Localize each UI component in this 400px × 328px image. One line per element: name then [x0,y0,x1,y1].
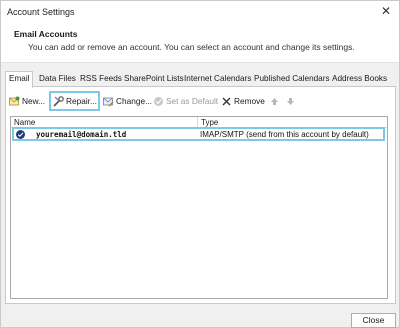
window-title: Account Settings [7,7,75,17]
repair-button[interactable]: Repair... [53,93,97,109]
tab-sharepoint-lists[interactable]: SharePoint Lists [124,72,184,87]
set-as-default-button[interactable]: Set as Default [153,93,218,109]
remove-button[interactable]: Remove [221,93,265,109]
new-button[interactable]: New... [9,93,45,109]
column-header-type[interactable]: Type [201,118,218,127]
account-settings-window: Account Settings ✕ Email Accounts You ca… [0,0,400,328]
remove-x-icon [221,96,232,107]
account-row[interactable]: youremail@domain.tld IMAP/SMTP (send fro… [12,127,385,141]
default-account-check-icon [16,130,25,139]
tab-address-books[interactable]: Address Books [332,72,387,87]
section-description: You can add or remove an account. You ca… [28,42,355,52]
close-icon[interactable]: ✕ [379,4,393,18]
toolbar: New... Repair... Change... Set as Defaul… [5,93,385,109]
tab-data-files[interactable]: Data Files [39,72,76,87]
new-label: New... [22,96,46,106]
new-account-icon [9,96,20,107]
change-account-icon [103,96,114,107]
tab-rss-feeds[interactable]: RSS Feeds [80,72,122,87]
move-up-button[interactable] [269,93,282,109]
repair-label: Repair... [66,96,97,106]
set-as-default-label: Set as Default [166,96,219,106]
tab-published-calendars[interactable]: Published Calendars [254,72,330,87]
header-panel: Email Accounts You can add or remove an … [1,23,399,63]
section-title: Email Accounts [14,29,78,39]
arrow-up-icon [269,96,280,107]
repair-tools-icon [53,95,64,107]
arrow-down-icon [285,96,296,107]
tab-internet-calendars[interactable]: Internet Calendars [184,72,251,87]
remove-label: Remove [234,96,265,106]
account-email: youremail@domain.tld [36,130,127,139]
tab-strip: Email Data Files RSS Feeds SharePoint Li… [5,71,397,88]
tab-email[interactable]: Email [5,71,34,88]
title-bar: Account Settings ✕ [1,1,399,23]
move-down-button[interactable] [285,93,298,109]
set-default-check-icon [153,96,164,107]
close-button[interactable]: Close [351,313,396,328]
accounts-list[interactable]: Name Type youremail@domain.tld IMAP/SMTP… [10,116,388,299]
column-header-name[interactable]: Name [14,118,35,127]
change-button[interactable]: Change... [103,93,152,109]
account-type: IMAP/SMTP (send from this account by def… [200,130,369,139]
change-label: Change... [116,96,152,106]
